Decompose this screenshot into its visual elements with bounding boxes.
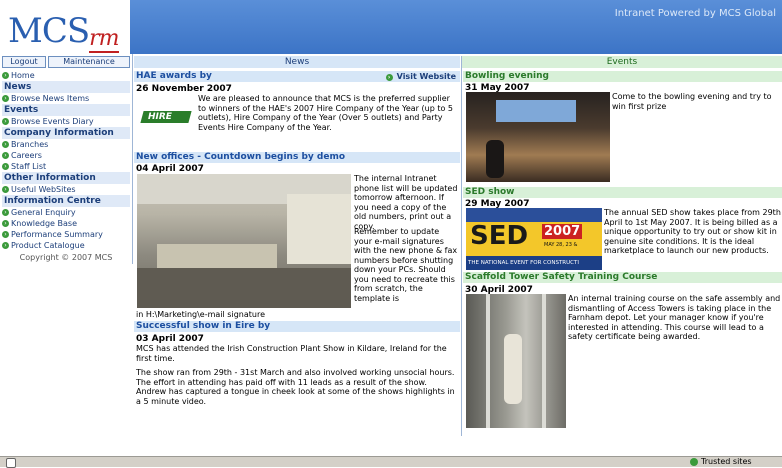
column-divider <box>461 56 462 436</box>
news-title-eire-show[interactable]: Successful show in Eire by <box>134 321 460 332</box>
sidebar-item-label: Browse Events Diary <box>11 117 94 126</box>
arrow-icon: › <box>2 72 9 79</box>
arrow-icon: › <box>2 118 9 125</box>
news-date: 04 April 2007 <box>136 164 204 174</box>
sed-top-band <box>466 208 602 222</box>
visit-website-label: Visit Website <box>396 72 456 81</box>
office-window <box>287 194 351 264</box>
office-desk <box>157 244 277 268</box>
sidebar-item-staff-list[interactable]: › Staff List <box>2 161 130 172</box>
security-zone[interactable]: Trusted sites <box>690 457 752 467</box>
arrow-icon: › <box>2 141 9 148</box>
sidebar-item-label: Useful WebSites <box>11 185 76 194</box>
news-body-3: in H:\Marketing\e-mail signature <box>136 310 265 319</box>
browser-statusbar: Trusted sites <box>0 456 782 468</box>
sidebar-item-knowledge-base[interactable]: › Knowledge Base <box>2 218 130 229</box>
arrow-icon: › <box>385 74 393 81</box>
sidebar-item-label: Browse News Items <box>11 94 90 103</box>
logo-text: MCS <box>8 11 90 51</box>
visit-website-link[interactable]: › Visit Website <box>385 71 456 82</box>
sidebar-item-label: Home <box>11 71 35 80</box>
banner-text: Intranet Powered by MCS Global <box>614 8 776 19</box>
header-banner: Intranet Powered by MCS Global <box>130 0 782 54</box>
news-body: We are pleased to announce that MCS is t… <box>198 94 453 132</box>
worker-figure <box>504 334 522 404</box>
maintenance-button[interactable]: Maintenance <box>48 56 130 68</box>
news-title-hae-awards[interactable]: HAE awards by › Visit Website <box>134 71 460 82</box>
logo-area: MCSrm <box>0 0 130 54</box>
security-zone-label: Trusted sites <box>701 457 752 466</box>
sidebar-item-branches[interactable]: › Branches <box>2 139 130 150</box>
scaffold-tower-image <box>466 294 566 428</box>
news-body-2: Remember to update your e-mail signature… <box>354 227 458 303</box>
sed-caption: THE NATIONAL EVENT FOR CONSTRUCTI <box>466 256 602 270</box>
office-image <box>137 174 351 308</box>
logout-button[interactable]: Logout <box>2 56 46 68</box>
arrow-icon: › <box>2 152 9 159</box>
event-title-scaffold-course[interactable]: Scaffold Tower Safety Training Course <box>463 272 782 283</box>
news-title-text: HAE awards by <box>136 71 212 81</box>
news-body: MCS has attended the Irish Construction … <box>136 344 447 363</box>
sidebar-item-label: Staff List <box>11 162 47 171</box>
tower-pole <box>486 294 490 428</box>
arrow-icon: › <box>2 163 9 170</box>
hire-logo-text: HIRE <box>148 112 172 122</box>
news-date: 26 November 2007 <box>136 84 232 94</box>
news-date: 03 April 2007 <box>136 334 204 344</box>
sidebar-item-label: Knowledge Base <box>11 219 77 228</box>
arrow-icon: › <box>2 95 9 102</box>
sidebar-item-browse-news[interactable]: › Browse News Items <box>2 93 130 104</box>
tower-pole <box>542 294 546 428</box>
copyright-text: Copyright © 2007 MCS <box>19 253 113 262</box>
events-column-header: Events <box>462 56 782 68</box>
event-title-bowling[interactable]: Bowling evening <box>463 71 782 82</box>
news-body-2: The show ran from 29th - 31st March and … <box>136 368 455 406</box>
sidebar-item-label: Careers <box>11 151 42 160</box>
mcs-logo[interactable]: MCSrm <box>8 11 120 53</box>
sed-year: 2007 <box>542 224 583 239</box>
arrow-icon: › <box>2 242 9 249</box>
sidebar-item-label: Product Catalogue <box>11 241 85 250</box>
sidebar-heading-other: Other Information <box>2 172 130 184</box>
event-body: An internal training course on the safe … <box>568 294 781 341</box>
sidebar-divider <box>132 54 133 264</box>
page-header: MCSrm Intranet Powered by MCS Global <box>0 0 782 54</box>
trusted-sites-icon <box>690 457 698 466</box>
hire-award-image: HIRE <box>138 100 196 130</box>
sidebar-item-performance-summary[interactable]: › Performance Summary <box>2 229 130 240</box>
sidebar-item-useful-websites[interactable]: › Useful WebSites <box>2 184 130 195</box>
sidebar-item-browse-events[interactable]: › Browse Events Diary <box>2 116 130 127</box>
sidebar-heading-news: News <box>2 81 130 93</box>
sidebar-item-product-catalogue[interactable]: › Product Catalogue <box>2 240 130 251</box>
sed-logo-text: SED <box>470 221 529 251</box>
sidebar: Logout Maintenance › Home News › Browse Ne… <box>0 54 132 274</box>
bowling-screen <box>496 100 576 122</box>
sidebar-heading-company: Company Information <box>2 127 130 139</box>
sidebar-heading-events: Events <box>2 104 130 116</box>
office-floor <box>137 268 351 308</box>
sidebar-item-label: Branches <box>11 140 49 149</box>
news-title-new-offices[interactable]: New offices - Countdown begins by demo <box>134 152 460 163</box>
logo-suffix: rm <box>89 26 120 53</box>
arrow-icon: › <box>2 220 9 227</box>
sidebar-heading-info-centre: Information Centre <box>2 195 130 207</box>
sidebar-nav: › Home News › Browse News Items Events › Br… <box>2 70 130 263</box>
event-title-sed-show[interactable]: SED show <box>463 187 782 198</box>
arrow-icon: › <box>2 209 9 216</box>
event-body: The annual SED show takes place from 29t… <box>604 208 781 255</box>
arrow-icon: › <box>2 186 9 193</box>
news-body: The internal Intranet phone list will be… <box>354 174 458 231</box>
arrow-icon: › <box>2 231 9 238</box>
news-column-header: News <box>134 56 460 68</box>
event-body: Come to the bowling evening and try to w… <box>612 92 772 111</box>
sed-dates: MAY 28, 23 & <box>544 242 578 248</box>
sidebar-item-label: Performance Summary <box>11 230 103 239</box>
bowling-image <box>466 92 610 182</box>
bowler-silhouette <box>486 140 504 178</box>
sidebar-item-careers[interactable]: › Careers <box>2 150 130 161</box>
sed-show-image: SED 2007 MAY 28, 23 & THE NATIONAL EVENT… <box>466 208 602 270</box>
sidebar-item-general-enquiry[interactable]: › General Enquiry <box>2 207 130 218</box>
sidebar-item-home[interactable]: › Home <box>2 70 130 81</box>
sidebar-item-label: General Enquiry <box>11 208 76 217</box>
